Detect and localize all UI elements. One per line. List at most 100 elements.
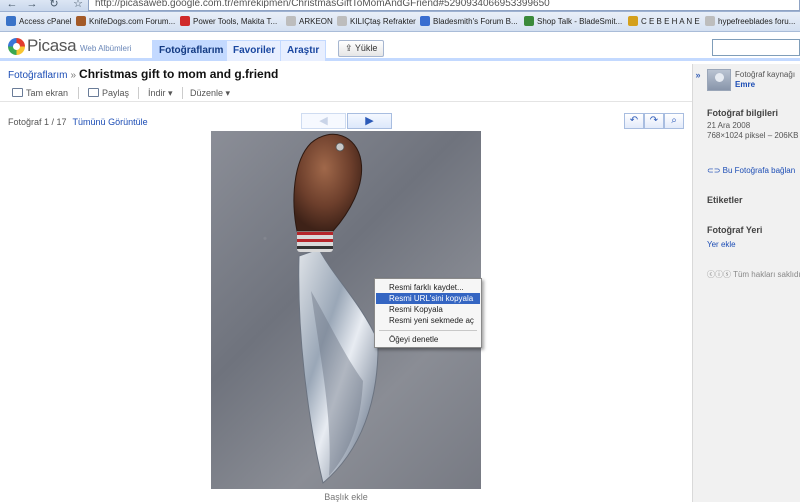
license-icons: ⓒⓘⓢ [707,270,734,279]
tags-heading: Etiketler [707,195,743,205]
magnifier-icon: ⌕ [671,115,677,126]
copyright-notice: ⓒⓘⓢ Tüm hakları saklıdır [707,269,800,280]
toolbar-divider [138,87,139,99]
rotate-right-icon: ↷ [649,115,659,126]
edit-label: Düzenle [190,88,224,98]
site-icon [6,16,16,26]
rotate-left-button[interactable]: ↶ [624,113,644,129]
page-icon [705,16,715,26]
avatar[interactable] [707,69,731,91]
bookmark-item[interactable]: Bladesmith's Forum B... [420,15,518,29]
bookmark-item[interactable]: C E B E H A N E [628,15,700,29]
zoom-button[interactable]: ⌕ [664,113,684,129]
photo-counter-text: Fotoğraf 1 / 17 [8,117,67,127]
download-label: İndir [148,88,166,98]
bookmark-label: ARKEON [299,17,333,26]
upload-icon: ⇪ [345,43,355,53]
download-menu[interactable]: İndir ▾ [148,87,173,99]
picasa-logo-icon[interactable] [8,38,25,55]
owner-label: Fotoğraf kaynağı [735,70,796,79]
chain-link-icon: ⊂⊃ [707,166,723,175]
site-icon [76,16,86,26]
bookmark-label: Bladesmith's Forum B... [433,17,518,26]
site-icon [180,16,190,26]
rotate-left-icon: ↶ [629,115,639,126]
bookmark-item[interactable]: KnifeDogs.com Forum... [76,15,175,29]
site-icon [524,16,534,26]
photo-place-heading: Fotoğraf Yeri [707,225,763,235]
picasa-header: Picasa Web Albümleri Fotoğraflarım Favor… [0,33,800,61]
menu-item-copy-image[interactable]: Resmi Kopyala [376,304,480,315]
share-button[interactable]: Paylaş [88,87,129,99]
breadcrumb-separator: » [70,70,77,81]
bookmark-item[interactable]: ARKEON [286,15,333,29]
album-title: Christmas gift to mom and g.friend [79,67,279,81]
chevron-down-icon: ▾ [165,88,173,98]
bookmark-label: hypefreeblades foru... [718,17,796,26]
chevron-down-icon: ▾ [223,88,231,98]
upload-label: Yükle [354,43,378,53]
breadcrumb-link[interactable]: Fotoğraflarım [8,70,67,81]
edit-menu[interactable]: Düzenle ▾ [190,87,230,99]
photo-toolbar: Tam ekran Paylaş İndir ▾ Düzenle ▾ [0,84,692,102]
copyright-label: Tüm hakları saklıdır [733,270,800,279]
link-to-photo-label: Bu Fotoğrafa bağlan [722,166,796,175]
page-icon [337,16,347,26]
menu-item-open-image-new-tab[interactable]: Resmi yeni sekmede aç [376,315,480,326]
browser-address-bar: ← → ↻ ☆ http://picasaweb.google.com.tr/e… [0,0,800,12]
tab-my-photos[interactable]: Fotoğraflarım [152,40,231,61]
bookmark-item[interactable]: KILIÇtaş Refrakter [337,15,416,29]
bookmark-label: Access cPanel [19,17,72,26]
bookmark-star-icon[interactable]: ☆ [70,0,86,12]
toolbar-divider [182,87,183,99]
bookmark-item[interactable]: Access cPanel [6,15,71,29]
add-place-link[interactable]: Yer ekle [707,240,736,249]
context-menu: Resmi farklı kaydet... Resmi URL'sini ko… [374,278,482,348]
upload-button[interactable]: ⇪ Yükle [338,40,385,57]
breadcrumb: Fotoğraflarım» Christmas gift to mom and … [8,67,278,81]
mail-icon [88,88,99,97]
photo-info-heading: Fotoğraf bilgileri [707,108,778,118]
tab-favorites[interactable]: Favoriler [226,40,283,61]
bookmark-item[interactable]: Power Tools, Makita T... [180,15,277,29]
logo-text[interactable]: Picasa [27,36,77,56]
bookmark-label: KnifeDogs.com Forum... [89,17,176,26]
toolbar-divider [78,87,79,99]
arrow-right-icon: ▶ [365,115,374,127]
photo-dimensions: 768×1024 piksel – 206KB [707,131,799,140]
menu-item-inspect-element[interactable]: Öğeyi denetle [376,334,480,345]
next-photo-button[interactable]: ▶ [347,113,392,129]
url-field[interactable]: http://picasaweb.google.com.tr/emrekipme… [88,0,800,11]
arrow-left-icon: ◀ [319,115,328,127]
logo-subtitle: Web Albümleri [80,44,132,53]
bookmark-item[interactable]: Shop Talk - BladeSmit... [524,15,622,29]
forward-icon[interactable]: → [24,0,40,12]
bookmark-label: Power Tools, Makita T... [193,17,278,26]
rotate-right-button[interactable]: ↷ [644,113,664,129]
photo-date: 21 Ara 2008 [707,121,751,130]
site-icon [420,16,430,26]
menu-item-save-image-as[interactable]: Resmi farklı kaydet... [376,282,480,293]
site-icon [628,16,638,26]
fullscreen-icon [12,88,23,97]
tab-explore[interactable]: Araştır [280,40,327,61]
owner-name-link[interactable]: Emre [735,80,755,89]
collapse-sidebar-button[interactable]: » [692,68,704,82]
previous-photo-button[interactable]: ◀ [301,113,346,129]
menu-divider [379,330,477,331]
reload-icon[interactable]: ↻ [46,0,62,12]
back-icon[interactable]: ← [4,0,20,12]
add-caption-link[interactable]: Başlık ekle [211,492,481,502]
share-label: Paylaş [102,88,130,98]
fullscreen-button[interactable]: Tam ekran [12,87,68,99]
bookmark-item[interactable]: hypefreeblades foru... [705,15,795,29]
bookmark-label: C E B E H A N E [641,17,700,26]
link-to-photo[interactable]: ⊂⊃ Bu Fotoğrafa bağlan [707,166,795,175]
bookmark-label: Shop Talk - BladeSmit... [537,17,623,26]
search-input[interactable] [712,39,800,56]
view-all-link[interactable]: Tümünü Görüntüle [73,117,148,127]
photo-counter: Fotoğraf 1 / 17 Tümünü Görüntüle [8,117,148,127]
bookmarks-bar: Access cPanel KnifeDogs.com Forum... Pow… [0,12,800,32]
page-icon [286,16,296,26]
menu-item-copy-image-url[interactable]: Resmi URL'sini kopyala [376,293,480,304]
